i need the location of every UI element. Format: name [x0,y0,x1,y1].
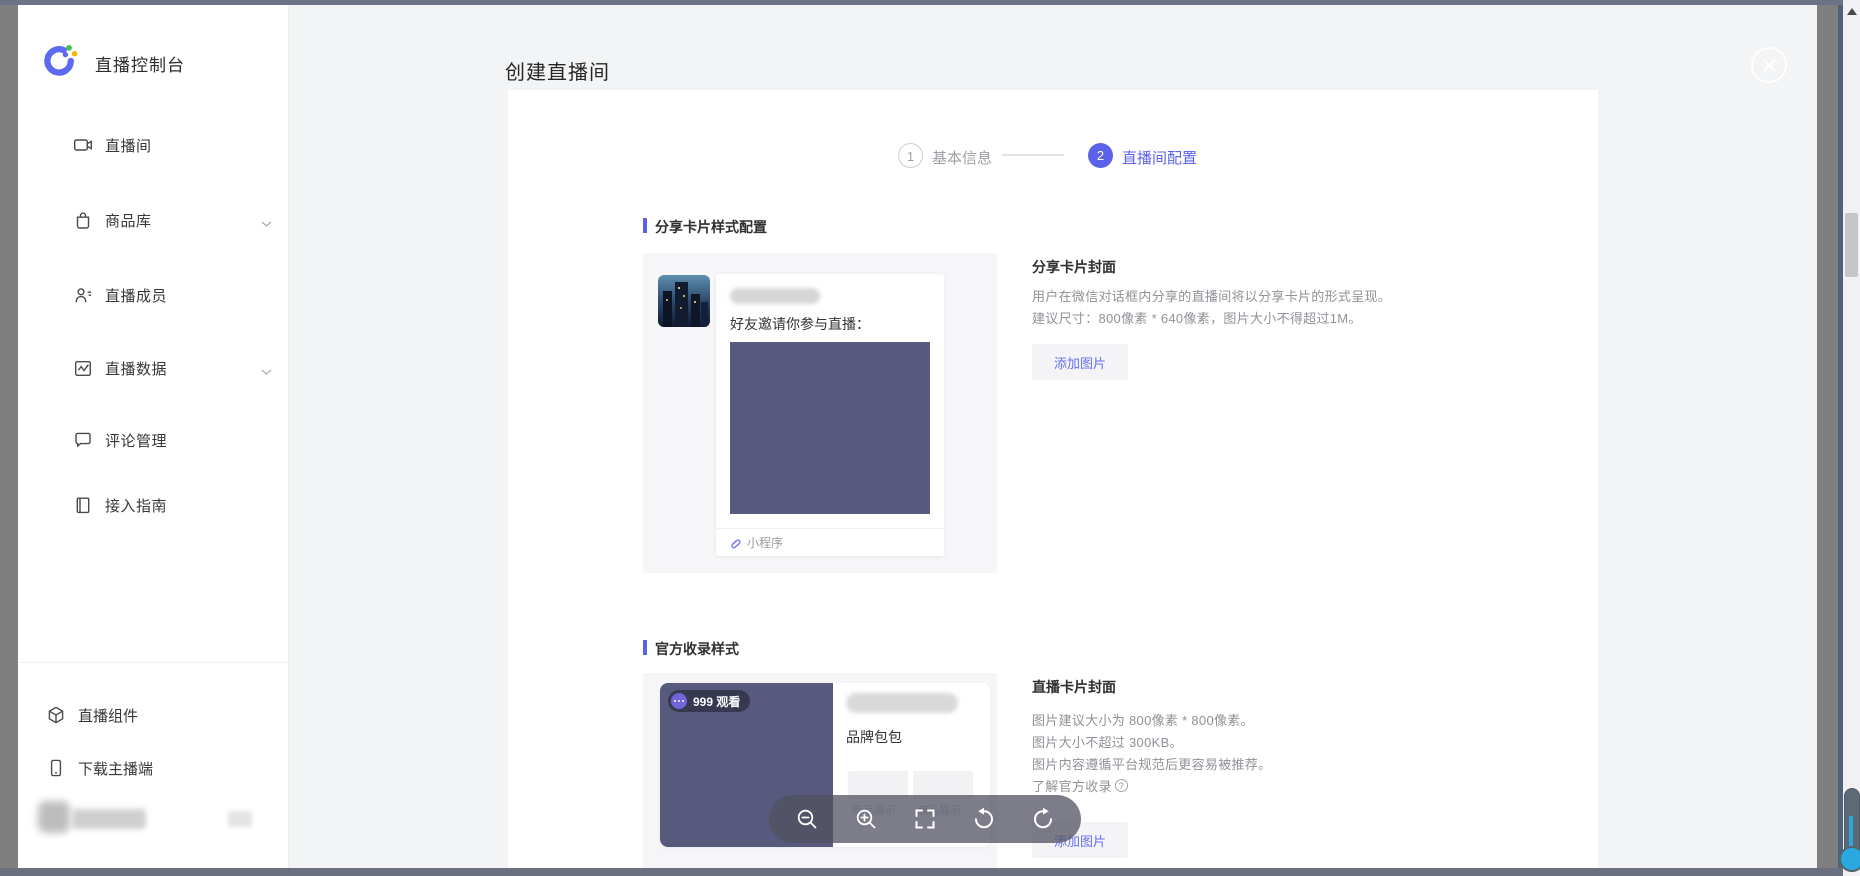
viewers-badge: 999 观看 [668,690,750,712]
live-cover-heading: 直播卡片封面 [1032,677,1116,697]
link-icon [728,536,741,549]
sidebar-item-label: 直播组件 [78,705,138,726]
step-1-circle: 1 [898,143,923,168]
live-cover-desc-line: 图片建议大小为 800像素 * 800像素。 [1032,710,1254,729]
share-cover-heading: 分享卡片封面 [1032,257,1116,277]
sidebar-item-label: 下载主播端 [78,758,153,779]
zoom-out-icon[interactable] [795,807,819,831]
viewers-count: 999 观看 [693,693,740,710]
close-button[interactable] [1751,47,1787,83]
browser-scrollbar-track[interactable] [1843,0,1860,876]
scrollbar-thumb[interactable] [1845,213,1858,277]
chat-name-redacted [730,288,820,304]
step-connector [1002,154,1064,156]
sidebar-item-comment-management[interactable]: 评论管理 [36,426,306,454]
close-icon [1762,58,1777,73]
live-cover-desc-line: 图片内容遵循平台规范后更容易被推荐。 [1032,754,1271,773]
section-accent-bar [643,218,647,233]
cube-icon [46,705,66,725]
share-section-title: 分享卡片样式配置 [655,217,767,237]
live-cover-desc-line: 图片大小不超过 300KB。 [1032,732,1183,751]
sidebar-item-integration-guide[interactable]: 接入指南 [36,491,306,519]
section-accent-bar [643,640,647,655]
learn-official-listing-link[interactable]: 了解官方收录 ? [1032,776,1128,795]
sidebar-item-label: 评论管理 [105,430,167,451]
sidebar-item-live-members[interactable]: 直播成员 [36,281,306,309]
avatar[interactable] [38,801,70,833]
phone-icon [46,758,66,778]
sidebar-item-live-components[interactable]: 直播组件 [18,701,288,729]
official-section-title: 官方收录样式 [655,639,739,659]
step-2-label: 直播间配置 [1122,147,1197,168]
page-title: 创建直播间 [505,56,610,85]
sidebar-item-label: 接入指南 [105,495,167,516]
rotate-right-icon[interactable] [1031,807,1055,831]
invite-text: 好友邀请你参与直播： [730,314,870,334]
sidebar-item-product-library[interactable]: 商品库 [36,206,306,234]
mini-program-footer: 小程序 [716,528,944,556]
share-cover-desc-line: 建议尺寸：800像素 * 640像素，图片大小不得超过1M。 [1032,308,1362,327]
touch-cursor-ball [1839,846,1860,872]
chevron-down-icon[interactable] [261,363,272,381]
chart-icon [73,358,93,378]
video-camera-icon [73,135,93,155]
app-logo-icon [42,42,78,78]
account-badge-redacted [228,811,252,827]
live-subtitle: 品牌包包 [846,727,902,747]
rotate-left-icon[interactable] [972,807,996,831]
sidebar-divider [18,662,288,663]
frame-top-bar [0,0,1860,5]
share-cover-desc-line: 用户在微信对话框内分享的直播间将以分享卡片的形式呈现。 [1032,286,1391,305]
zoom-in-icon[interactable] [854,807,878,831]
help-question-icon: ? [1115,779,1128,792]
step-2-circle: 2 [1088,143,1113,168]
chevron-down-icon[interactable] [261,215,272,233]
sidebar-item-label: 商品库 [105,210,152,231]
frame-right-strip [1817,5,1838,868]
live-title-redacted [846,693,958,713]
frame-bottom-bar [0,868,1843,876]
comment-icon [73,430,93,450]
live-dots-icon [671,693,687,709]
sender-avatar-image [658,275,710,327]
sidebar-item-download-host-app[interactable]: 下载主播端 [18,754,288,782]
sidebar-item-live-room[interactable]: 直播间 [36,131,306,159]
sidebar: 直播控制台 直播间 商品库 直播成员 [18,5,289,868]
sidebar-item-label: 直播成员 [105,285,167,306]
app-title: 直播控制台 [95,51,185,76]
link-text: 了解官方收录 [1032,776,1112,795]
sidebar-item-label: 直播间 [105,135,152,156]
guide-book-icon [73,495,93,515]
sidebar-item-label: 直播数据 [105,358,167,379]
image-preview-toolbar [769,795,1081,843]
mini-program-label: 小程序 [747,534,783,551]
screen: 直播控制台 直播间 商品库 直播成员 [0,0,1860,876]
fullscreen-icon[interactable] [913,807,937,831]
add-image-button[interactable]: 添加图片 [1032,344,1128,380]
share-cover-placeholder [730,342,930,514]
sidebar-item-live-data[interactable]: 直播数据 [36,354,306,382]
frame-left-strip [0,5,18,868]
shopping-bag-icon [73,210,93,230]
members-icon [73,285,93,305]
scrollbar-up-arrow-icon[interactable] [1847,8,1857,15]
account-name-redacted [72,809,146,829]
step-1-label: 基本信息 [932,147,992,168]
